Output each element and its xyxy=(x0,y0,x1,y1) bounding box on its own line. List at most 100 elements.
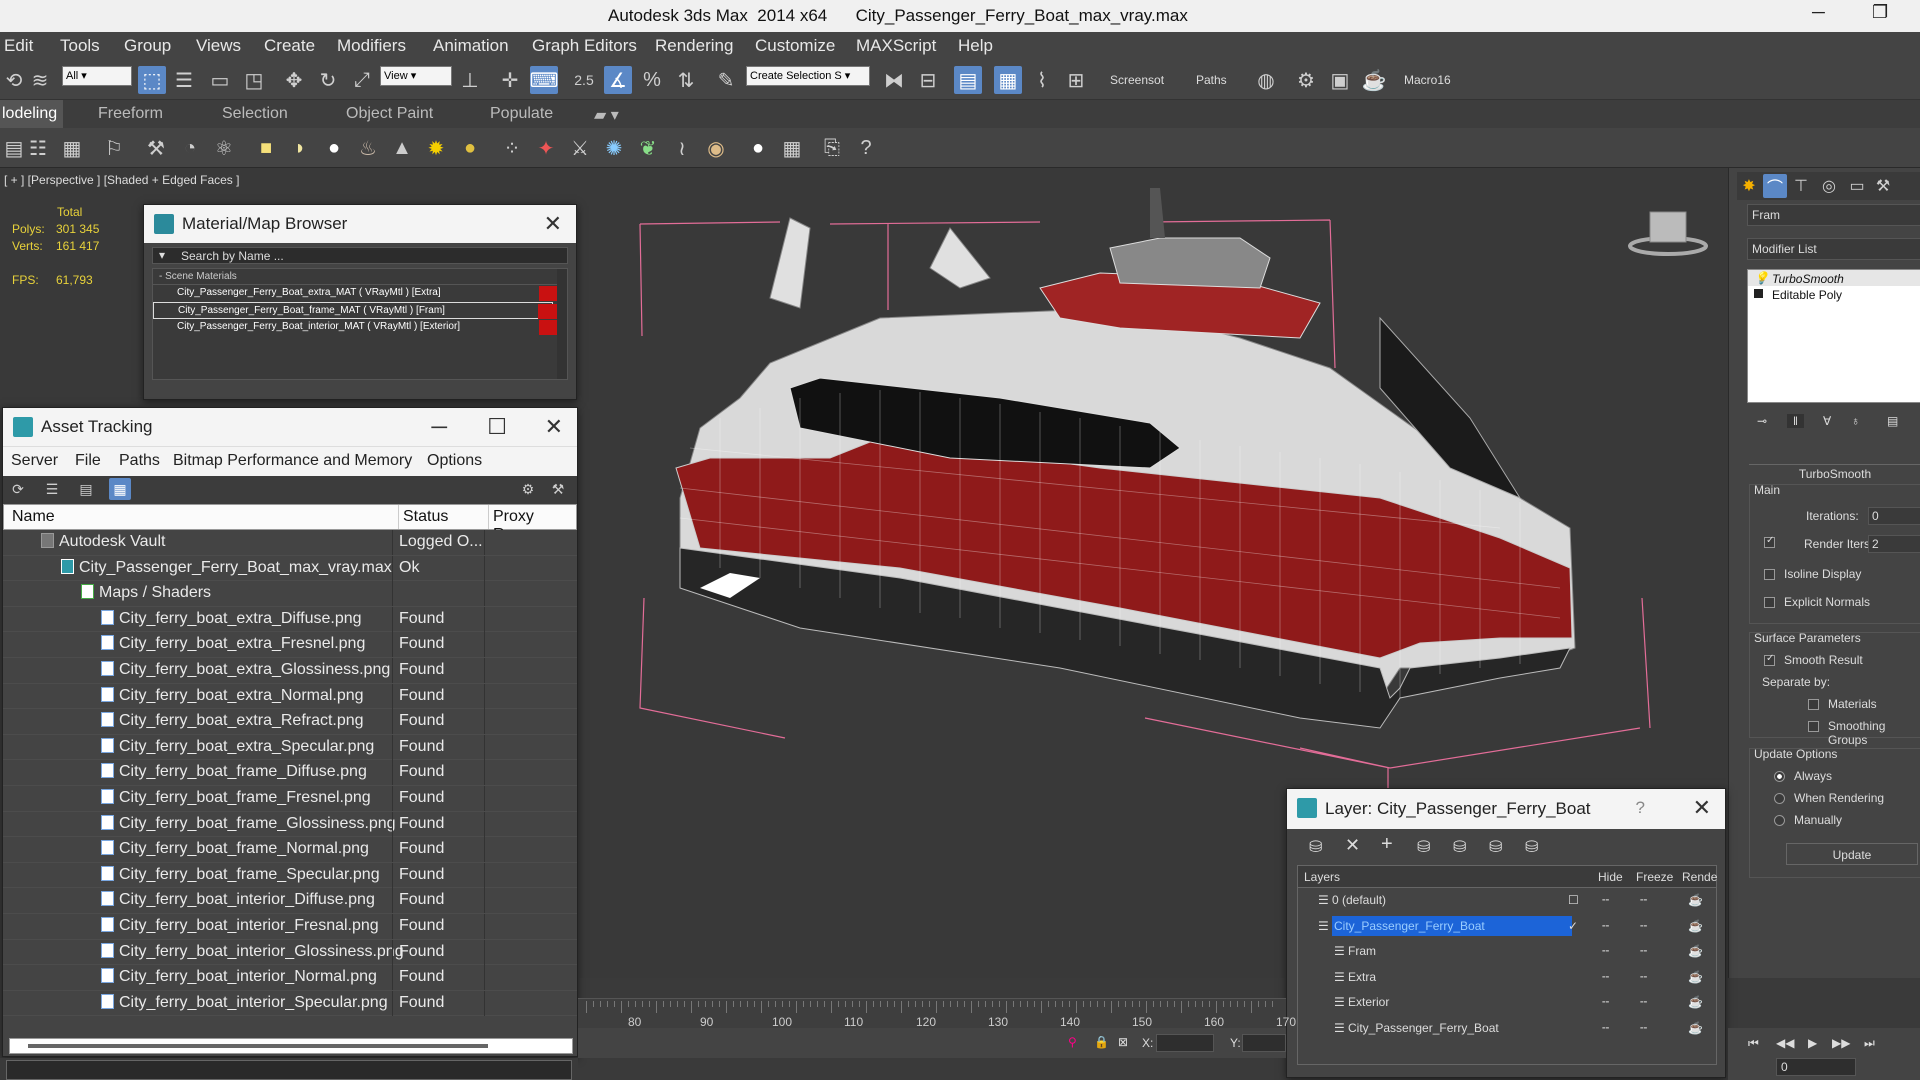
snap-toggle-icon[interactable]: 2.5 xyxy=(570,66,598,94)
render-teapot-icon[interactable]: ☕ xyxy=(1688,970,1703,984)
column-freeze[interactable]: Freeze xyxy=(1636,870,1673,884)
modify-tab-icon[interactable]: ⌒ xyxy=(1763,174,1787,198)
menu-customize[interactable]: Customize xyxy=(755,36,835,56)
angle-snap-icon[interactable]: ∡ xyxy=(604,66,632,94)
table-row[interactable]: City_ferry_boat_extra_Glossiness.png Foun… xyxy=(3,657,577,684)
spinner-snap-icon[interactable]: ⇅ xyxy=(672,66,700,94)
pivot-icon[interactable]: ⊥ xyxy=(456,66,484,94)
render-teapot-icon[interactable]: ☕ xyxy=(1360,66,1388,94)
modifier-list-dropdown[interactable]: Modifier List xyxy=(1747,238,1920,260)
material-grid-icon[interactable]: ▦ xyxy=(778,134,806,162)
motion-tab-icon[interactable]: ◎ xyxy=(1817,174,1841,198)
maxscript-input[interactable] xyxy=(6,1060,572,1080)
list-view-icon[interactable]: ☰ xyxy=(41,478,63,500)
box-icon[interactable]: ■ xyxy=(252,134,280,162)
tab-object-paint[interactable]: Object Paint xyxy=(346,105,433,123)
table-row[interactable]: Maps / Shaders xyxy=(3,581,577,607)
curve-editor-icon[interactable]: ⌇ xyxy=(1028,66,1056,94)
asset-menu-server[interactable]: Server xyxy=(11,452,58,470)
foliage-icon[interactable]: ❦ xyxy=(634,134,662,162)
layer-toggle-icon[interactable]: ╌ xyxy=(1602,995,1609,1009)
minimize-button[interactable]: ─ xyxy=(1812,2,1825,23)
material-search-input[interactable]: ▾ Search by Name ... xyxy=(152,247,568,264)
turbosmooth-rollout-title[interactable]: TurboSmooth xyxy=(1749,464,1920,482)
update-button[interactable]: Update xyxy=(1786,843,1918,865)
layer-toggle-icon[interactable]: ╌ xyxy=(1640,995,1647,1009)
explicit-normals-checkbox[interactable] xyxy=(1764,597,1775,608)
layer-row[interactable]: ☰ City_Passenger_Ferry_Boat ╌ ╌ ☕ xyxy=(1298,1016,1716,1042)
layer-manager-icon[interactable]: ▤ xyxy=(954,66,982,94)
configure-sets-icon[interactable]: ▤ xyxy=(1887,414,1898,428)
sphere-icon[interactable]: ● xyxy=(320,134,348,162)
omni-light-icon[interactable]: ● xyxy=(456,134,484,162)
schematic-view-icon[interactable]: ⊞ xyxy=(1062,66,1090,94)
material-editor-icon[interactable]: ◍ xyxy=(1252,66,1280,94)
keyboard-shortcut-icon[interactable]: ⌨ xyxy=(530,66,558,94)
tab-modeling[interactable]: lodeling xyxy=(0,100,64,128)
asset-menu-file[interactable]: File xyxy=(75,452,101,470)
remove-modifier-icon[interactable]: ♁ xyxy=(1851,414,1860,428)
hide-all-icon[interactable]: ⛁ xyxy=(1489,837,1502,857)
material-item-frame[interactable]: City_Passenger_Ferry_Boat_frame_MAT ( VR… xyxy=(153,302,564,319)
select-manipulate-icon[interactable]: ✛ xyxy=(496,66,524,94)
restore-button[interactable]: ❐ xyxy=(1872,2,1888,23)
column-proxy-resolution[interactable]: Proxy Res... xyxy=(488,505,576,543)
table-row[interactable]: City_ferry_boat_frame_Diffuse.png Found xyxy=(3,760,577,786)
options-icon[interactable]: ⚒ xyxy=(547,478,569,500)
percent-snap-icon[interactable]: % xyxy=(638,66,666,94)
render-teapot-icon[interactable]: ☕ xyxy=(1688,944,1703,958)
tab-selection[interactable]: Selection xyxy=(222,105,288,123)
reference-coord-dropdown[interactable]: View ▾ xyxy=(380,66,452,86)
lightbulb-icon[interactable]: 💡 xyxy=(1754,271,1769,285)
menu-help[interactable]: Help xyxy=(958,36,993,56)
select-object-icon[interactable]: ⬚ xyxy=(138,66,166,94)
helper-icon[interactable]: ⚒ xyxy=(142,134,170,162)
layer-row[interactable]: ☰ Extra ╌ ╌ ☕ xyxy=(1298,965,1716,991)
menu-animation[interactable]: Animation xyxy=(433,36,509,56)
table-row[interactable]: City_ferry_boat_interior_Glossiness.png F… xyxy=(3,939,577,966)
menu-modifiers[interactable]: Modifiers xyxy=(337,36,406,56)
mirror-icon[interactable]: ⧓ xyxy=(880,66,908,94)
viewport-label[interactable]: [ + ] [Perspective ] [Shaded + Edged Fac… xyxy=(4,173,239,187)
list-icon[interactable]: ☷ xyxy=(24,134,52,162)
select-by-name-icon[interactable]: ☰ xyxy=(170,66,198,94)
lock-icon[interactable]: 🔒 xyxy=(1094,1035,1109,1049)
menu-create[interactable]: Create xyxy=(264,36,315,56)
layer-toggle-icon[interactable]: ╌ xyxy=(1602,919,1609,933)
render-sphere-icon[interactable]: ● xyxy=(744,134,772,162)
layer-toggle-icon[interactable]: ╌ xyxy=(1602,944,1609,958)
render-teapot-icon[interactable]: ☕ xyxy=(1688,1021,1703,1035)
make-unique-icon[interactable]: ∀ xyxy=(1823,414,1831,428)
cloth-icon[interactable]: ◉ xyxy=(702,134,730,162)
table-row[interactable]: City_ferry_boat_frame_Glossiness.png Foun… xyxy=(3,811,577,838)
material-item-extra[interactable]: City_Passenger_Ferry_Boat_extra_MAT ( VR… xyxy=(153,285,565,302)
help-icon[interactable]: ? xyxy=(852,134,880,162)
layer-row[interactable]: ☰ 0 (default) ╌ ╌ ☕ ☐ xyxy=(1298,888,1716,914)
table-row[interactable]: City_ferry_boat_frame_Normal.png Found xyxy=(3,837,577,863)
column-name[interactable]: Name xyxy=(12,508,55,526)
display-tab-icon[interactable]: ▭ xyxy=(1845,174,1869,198)
menu-edit[interactable]: Edit xyxy=(4,36,33,56)
play-icon[interactable]: ▶ xyxy=(1808,1036,1817,1050)
materials-checkbox[interactable] xyxy=(1808,699,1819,710)
edit-named-selection-icon[interactable]: ✎ xyxy=(712,66,740,94)
render-teapot-icon[interactable]: ☕ xyxy=(1688,893,1703,907)
smoothing-groups-checkbox[interactable] xyxy=(1808,721,1819,732)
rotate-icon[interactable]: ↻ xyxy=(314,66,342,94)
asset-menu-bitmap[interactable]: Bitmap Performance and Memory xyxy=(173,452,412,470)
macro-button[interactable]: Macro16 xyxy=(1404,73,1451,87)
active-layer-check-icon[interactable]: ✓ xyxy=(1568,919,1578,933)
table-row[interactable]: City_ferry_boat_extra_Specular.png Found xyxy=(3,734,577,761)
cone-icon[interactable]: ◗ xyxy=(286,134,314,162)
layer-toggle-icon[interactable]: ╌ xyxy=(1602,893,1609,907)
window-crossing-icon[interactable]: ◳ xyxy=(240,66,268,94)
teapot-icon[interactable]: ♨ xyxy=(354,134,382,162)
always-radio[interactable] xyxy=(1774,771,1785,782)
table-row[interactable]: City_ferry_boat_interior_Fresnal.png Foun… xyxy=(3,913,577,940)
move-icon[interactable]: ✥ xyxy=(280,66,308,94)
screenshot-button[interactable]: Screensot xyxy=(1110,73,1164,87)
scale-icon[interactable]: ⤢ xyxy=(348,66,376,94)
new-layer-icon[interactable]: ⛁ xyxy=(1309,837,1322,857)
dynamics-icon[interactable]: ✦ xyxy=(532,134,560,162)
align-icon[interactable]: ⊟ xyxy=(914,66,942,94)
